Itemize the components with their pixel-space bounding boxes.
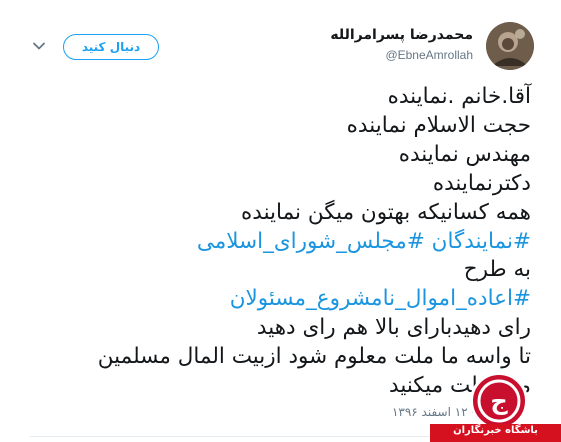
tweet-line: به طرح bbox=[463, 257, 531, 283]
tweet-line: حجت الاسلام نماینده bbox=[346, 112, 531, 138]
hashtag-link[interactable]: #نمایندگان #مجلس_شورای_اسلامی bbox=[31, 228, 531, 257]
tweet-line: آقا.خانم .نماینده bbox=[387, 84, 531, 109]
hashtag-link[interactable]: #اعاده_اموال_نامشروع_مسئولان bbox=[31, 285, 531, 314]
watermark-emblem-icon: ج bbox=[470, 372, 528, 430]
author-display-name[interactable]: محمدرضا پسرامرالله bbox=[330, 27, 473, 43]
watermark-bar: باشگاه خبرنگاران bbox=[430, 424, 561, 442]
tweet-line: مهندس نماینده bbox=[398, 141, 531, 167]
watermark-logo: ج باشگاه خبرنگاران bbox=[430, 372, 561, 442]
tweet-line: دکترنماینده bbox=[432, 170, 531, 196]
tweet-line: همه کسانیکه بهتون میگن نماینده bbox=[241, 199, 531, 225]
tweet-card: دنبال کنید محمدرضا پسرامرالله @EbneAmrol… bbox=[0, 0, 561, 442]
chevron-down-icon[interactable] bbox=[32, 38, 46, 52]
follow-button[interactable]: دنبال کنید bbox=[63, 34, 159, 60]
tweet-line: رای دهیدبارای بالا هم رای دهید bbox=[256, 315, 531, 341]
author-handle[interactable]: @EbneAmrollah bbox=[385, 48, 473, 62]
svg-text:ج: ج bbox=[490, 387, 508, 415]
watermark-text: باشگاه خبرنگاران bbox=[453, 425, 538, 436]
avatar[interactable] bbox=[486, 22, 534, 70]
tweet-text: آقا.خانم .نماینده حجت الاسلام نماینده مه… bbox=[31, 83, 531, 401]
tweet-line: تا واسه ما ملت معلوم شود ازبیت المال مسل… bbox=[97, 344, 531, 370]
